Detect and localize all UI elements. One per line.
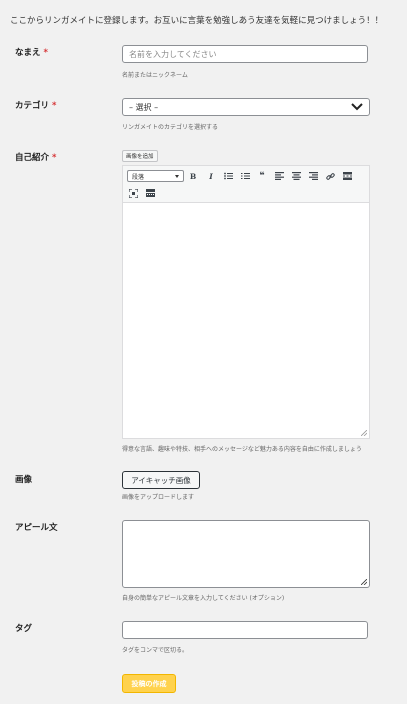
align-right-icon[interactable]: [307, 170, 319, 182]
self-intro-label-text: 自己紹介: [15, 153, 50, 163]
self-intro-label: 自己紹介 *: [15, 151, 56, 163]
image-help: 画像をアップロードします: [122, 494, 195, 501]
fullscreen-icon[interactable]: [127, 187, 139, 199]
format-select[interactable]: 段落: [127, 170, 184, 182]
chevron-down-icon: [351, 103, 363, 111]
blockquote-icon[interactable]: ❝: [256, 170, 268, 182]
caret-down-icon: [175, 175, 179, 178]
tag-label: タグ: [15, 624, 33, 634]
rich-text-editor: 段落 B I ❝: [122, 165, 370, 439]
name-help: 名前またはニックネーム: [122, 72, 188, 79]
numbered-list-icon[interactable]: [239, 170, 251, 182]
category-label: カテゴリ *: [15, 99, 56, 111]
link-icon[interactable]: [324, 170, 336, 182]
tag-help: タグをコンマで区切る。: [122, 647, 189, 654]
format-select-value: 段落: [132, 173, 145, 181]
toolbar-toggle-icon[interactable]: [144, 187, 156, 199]
resize-grip-icon[interactable]: [361, 430, 367, 436]
align-left-icon[interactable]: [273, 170, 285, 182]
read-more-icon[interactable]: [341, 170, 353, 182]
editor-toolbar: 段落 B I ❝: [123, 166, 369, 203]
name-input[interactable]: 名前を入力してください: [122, 45, 368, 63]
submit-button[interactable]: 投稿の作成: [122, 674, 176, 693]
bullet-list-icon[interactable]: [222, 170, 234, 182]
name-label: なまえ *: [15, 46, 48, 58]
align-center-icon[interactable]: [290, 170, 302, 182]
required-mark: *: [43, 48, 48, 58]
category-select[interactable]: – 選択 –: [122, 98, 370, 116]
category-selected-value: – 選択 –: [129, 102, 159, 112]
resize-grip-icon[interactable]: [361, 579, 367, 585]
required-mark: *: [52, 101, 57, 111]
italic-icon[interactable]: I: [205, 170, 217, 182]
image-label: 画像: [15, 475, 33, 485]
bold-icon[interactable]: B: [187, 170, 199, 182]
appeal-textarea[interactable]: [122, 520, 370, 588]
name-label-text: なまえ: [15, 48, 41, 58]
tag-input[interactable]: [122, 621, 368, 639]
required-mark: *: [52, 153, 57, 163]
intro-text: ここからリンガメイトに登録します。お互いに言葉を勉強しあう友達を気軽に見つけまし…: [10, 16, 384, 26]
self-intro-help: 得意な言語、趣味や特技、相手へのメッセージなど魅力ある内容を自由に作成しましょう: [122, 446, 362, 453]
category-label-text: カテゴリ: [15, 101, 50, 111]
add-media-button[interactable]: 画像を追加: [122, 150, 158, 162]
appeal-help: 自身の簡単なアピール文章を入力してください (オプション): [122, 595, 285, 602]
appeal-label: アピール文: [15, 523, 58, 533]
featured-image-button[interactable]: アイキャッチ画像: [122, 471, 200, 489]
category-help: リンガメイトのカテゴリを選択する: [122, 124, 219, 131]
